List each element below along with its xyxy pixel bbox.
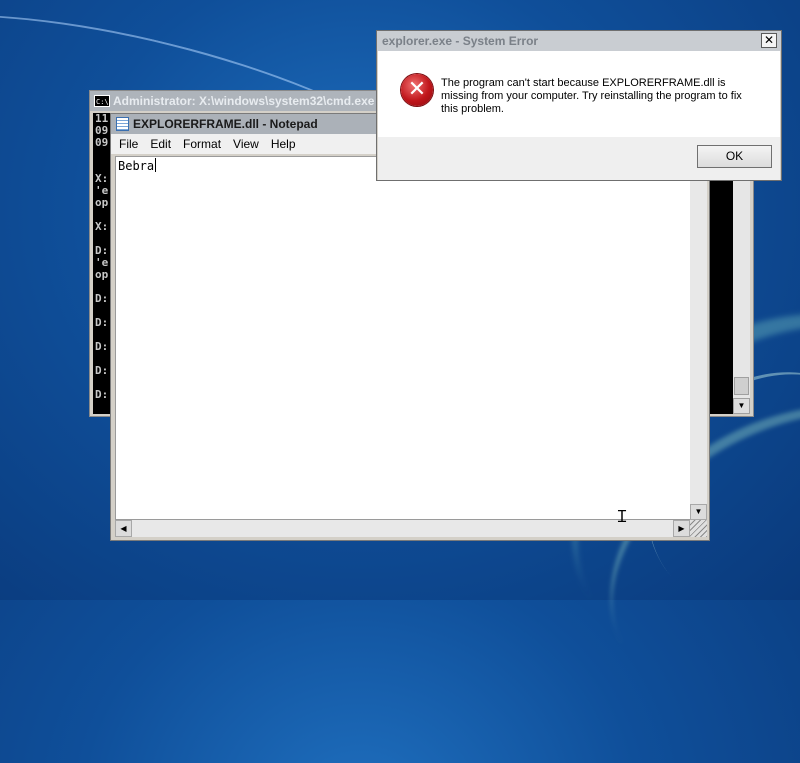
notepad-scroll-down-button[interactable]: ▼ [690,504,707,520]
i-beam-cursor-icon: Ｉ [614,507,631,526]
menu-view[interactable]: View [227,137,265,151]
dialog-titlebar[interactable]: explorer.exe - System Error ✕ [377,31,781,51]
notepad-scroll-left-button[interactable]: ◀ [115,520,132,537]
notepad-content: Bebra [118,159,155,173]
menu-format[interactable]: Format [177,137,227,151]
cmd-icon: C:\ [94,95,110,107]
notepad-text-area[interactable]: Bebra [115,156,692,520]
notepad-horizontal-scrollbar[interactable]: ◀ ▶ [115,520,690,537]
error-dialog[interactable]: explorer.exe - System Error ✕ ✕ The prog… [376,30,782,181]
notepad-title: EXPLORERFRAME.dll - Notepad [133,117,318,131]
resize-grip[interactable] [690,520,707,537]
cmd-scrollbar[interactable]: ▼ [733,181,750,414]
ok-button[interactable]: OK [697,145,772,168]
dialog-footer: OK [378,137,780,180]
menu-edit[interactable]: Edit [144,137,177,151]
notepad-vertical-scrollbar[interactable]: ▼ [690,156,707,520]
notepad-icon [116,117,129,131]
dialog-title: explorer.exe - System Error [382,34,539,48]
cmd-scroll-thumb[interactable] [734,377,749,395]
error-message: The program can't start because EXPLORER… [441,77,742,115]
menu-help[interactable]: Help [265,137,302,151]
cmd-title: Administrator: X:\windows\system32\cmd.e… [113,94,375,108]
notepad-scroll-right-button[interactable]: ▶ [673,520,690,537]
dialog-body: ✕ The program can't start because EXPLOR… [378,51,780,137]
error-icon: ✕ [401,74,433,106]
text-caret [155,158,157,172]
close-button[interactable]: ✕ [761,33,777,48]
cmd-scroll-down-button[interactable]: ▼ [733,398,750,414]
menu-file[interactable]: File [113,137,144,151]
